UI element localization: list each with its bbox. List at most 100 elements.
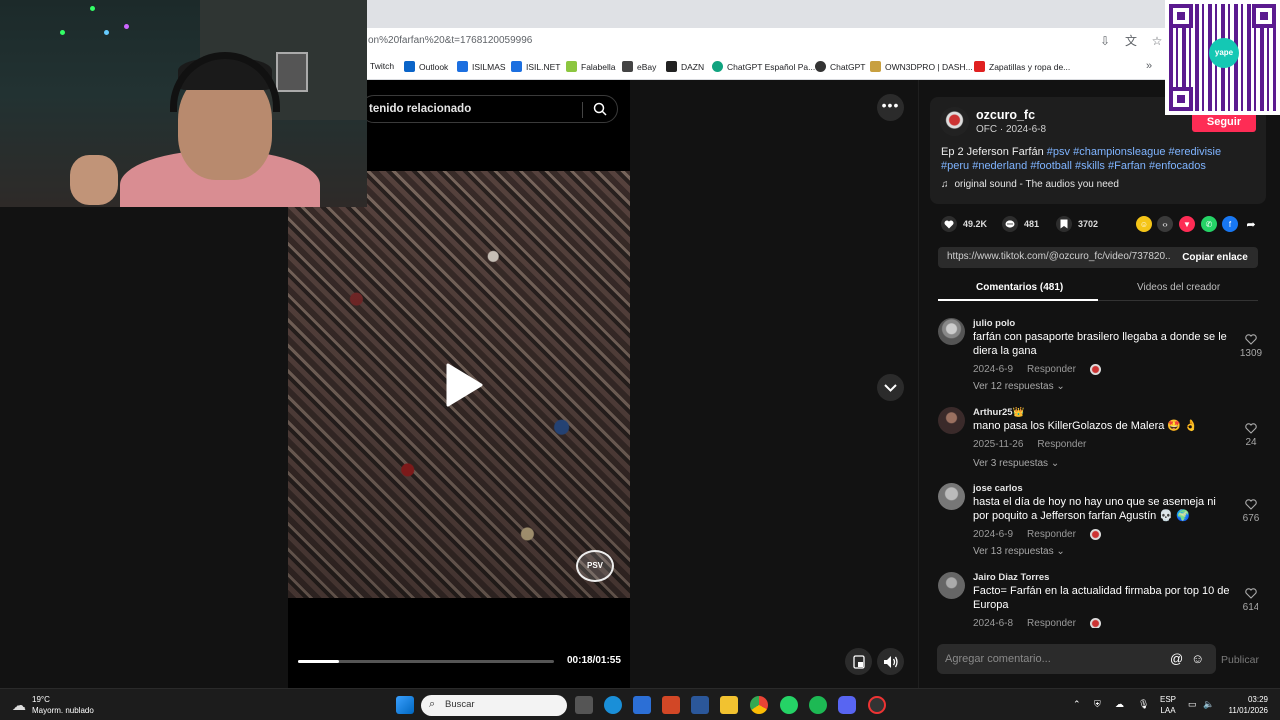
share-link-text[interactable]: https://www.tiktok.com/@ozcuro_fc/video/… (947, 251, 1171, 262)
onedrive-icon[interactable]: ☁ (1115, 699, 1124, 710)
hashtag[interactable]: #enfocados (1149, 160, 1206, 172)
search-icon[interactable] (593, 102, 607, 121)
tab-creator-videos[interactable]: Videos del creador (1137, 282, 1220, 293)
hashtag[interactable]: #championsleague (1073, 146, 1165, 158)
emoji-icon[interactable]: ☺ (1191, 651, 1204, 666)
powerpoint-icon[interactable] (662, 696, 680, 714)
hashtag[interactable]: #football (1030, 160, 1072, 172)
bookmark-twitch[interactable]: Twitch (370, 61, 394, 71)
commenter-avatar[interactable] (938, 572, 965, 599)
defender-icon[interactable]: ⛨ (1094, 699, 1101, 710)
network-icon[interactable]: ▭ (1188, 699, 1197, 710)
send-icon[interactable]: ▼ (1179, 216, 1195, 232)
sound-link[interactable]: ♫ original sound - The audios you need (941, 179, 1119, 190)
creator-username[interactable]: ozcuro_fc (976, 108, 1035, 122)
share-coin-icon[interactable]: ☺ (1136, 216, 1152, 232)
bookmark-dazn[interactable]: DAZN (666, 61, 704, 72)
microphone-icon[interactable]: 🎙 (1138, 699, 1149, 710)
whatsapp-icon[interactable] (780, 696, 798, 714)
hashtag[interactable]: #skills (1075, 160, 1105, 172)
system-clock[interactable]: 03:29 11/01/2026 (1226, 694, 1268, 716)
speaker-icon[interactable]: 🔈 (1203, 699, 1214, 710)
hashtag[interactable]: #Farfan (1108, 160, 1146, 172)
bookmark-isilmas[interactable]: ISILMAS (457, 61, 506, 72)
commenter-name[interactable]: Jairo Diaz Torres (973, 572, 1049, 583)
file-explorer-icon[interactable] (720, 696, 738, 714)
facebook-icon[interactable]: f (1222, 216, 1238, 232)
translate-icon[interactable]: 文 (1124, 34, 1138, 48)
search-text[interactable]: tenido relacionado (369, 103, 471, 115)
bookmark-outlook[interactable]: Outlook (404, 61, 448, 72)
spotify-icon[interactable] (809, 696, 827, 714)
language-indicator[interactable]: ESP LAA (1160, 694, 1176, 716)
reply-button[interactable]: Responder (1037, 439, 1086, 450)
play-icon[interactable] (444, 362, 484, 408)
bookmark-own3d[interactable]: OWN3DPRO | DASH... (870, 61, 973, 72)
copy-link-button[interactable]: Copiar enlace (1172, 247, 1258, 268)
discord-icon[interactable] (838, 696, 856, 714)
comment-like[interactable]: 614 (1236, 588, 1258, 613)
hashtag[interactable]: #peru (941, 160, 969, 172)
url-text[interactable]: on%20farfan%20&t=1768120059996 (368, 35, 532, 46)
reply-button[interactable]: Responder (1027, 364, 1076, 375)
miniplayer-button[interactable] (845, 648, 872, 675)
mention-icon[interactable]: @ (1170, 651, 1183, 666)
bookmark-ebay[interactable]: eBay (622, 61, 656, 72)
comment-item: Jairo Diaz Torres Facto= Farfán en la ac… (938, 572, 1258, 628)
view-replies-label: Ver 13 respuestas (973, 546, 1054, 557)
like-count: 49.2K (963, 219, 988, 229)
hashtag[interactable]: #psv (1047, 146, 1070, 158)
weather-widget[interactable]: ☁ 19°C Mayorm. nublado (12, 694, 94, 716)
bookmark-falabella[interactable]: Falabella (566, 61, 616, 72)
tab-comments[interactable]: Comentarios (481) (976, 282, 1063, 293)
view-replies-button[interactable]: Ver 12 respuestas ⌄ (973, 381, 1065, 392)
more-options-button[interactable]: ••• (877, 94, 904, 121)
app-icon[interactable] (868, 696, 886, 714)
follow-button[interactable]: Seguir (1192, 112, 1256, 132)
commenter-name[interactable]: julio polo (973, 318, 1015, 329)
tray-chevron-icon[interactable]: ⌃ (1073, 699, 1081, 710)
commenter-name[interactable]: Arthur25👑 (973, 407, 1024, 418)
install-app-icon[interactable]: ⇩ (1098, 34, 1112, 48)
windows-start-icon[interactable] (396, 696, 414, 714)
share-arrow-icon[interactable]: ➦ (1243, 216, 1259, 232)
volume-button[interactable] (877, 648, 904, 675)
video-progress-bar[interactable] (298, 660, 554, 663)
bookmark-zapatillas[interactable]: Zapatillas y ropa de... (974, 61, 1070, 72)
taskbar-search[interactable]: ⌕ Buscar (421, 695, 567, 716)
edge-icon[interactable] (604, 696, 622, 714)
reply-button[interactable]: Responder (1027, 529, 1076, 540)
reply-button[interactable]: Responder (1027, 618, 1076, 628)
comment-like[interactable]: 1309 (1236, 334, 1266, 359)
commenter-name[interactable]: jose carlos (973, 483, 1023, 494)
embed-icon[interactable]: ‹› (1157, 216, 1173, 232)
commenter-avatar[interactable] (938, 318, 965, 345)
more-bookmarks-icon[interactable]: » (1146, 60, 1152, 72)
task-view-icon[interactable] (575, 696, 593, 714)
comment-input[interactable]: Agregar comentario... @ ☺ (937, 644, 1216, 674)
star-icon[interactable]: ☆ (1150, 34, 1164, 48)
save-stat[interactable]: 3702 (1056, 216, 1098, 232)
bookmark-isilnet[interactable]: ISIL.NET (511, 61, 560, 72)
word-icon[interactable] (691, 696, 709, 714)
next-video-button[interactable] (877, 374, 904, 401)
chrome-icon[interactable] (750, 696, 768, 714)
whatsapp-icon[interactable]: ✆ (1201, 216, 1217, 232)
comment-like[interactable]: 24 (1236, 423, 1266, 448)
like-stat[interactable]: 49.2K (941, 216, 987, 232)
commenter-avatar[interactable] (938, 407, 965, 434)
store-icon[interactable] (633, 696, 651, 714)
comment-stat[interactable]: 481 (1002, 216, 1039, 232)
view-replies-button[interactable]: Ver 3 respuestas ⌄ (973, 458, 1059, 469)
hashtag[interactable]: #nederland (972, 160, 1027, 172)
bookmark-chatgpt-es[interactable]: ChatGPT Español Pa... (712, 61, 815, 72)
bookmark-chatgpt[interactable]: ChatGPT (815, 61, 865, 72)
creator-avatar[interactable] (940, 107, 969, 136)
comment-meta: 2025-11-26 Responder (973, 439, 1086, 450)
view-replies-button[interactable]: Ver 13 respuestas ⌄ (973, 546, 1065, 557)
publish-button[interactable]: Publicar (1221, 654, 1259, 666)
commenter-avatar[interactable] (938, 483, 965, 510)
search-bar[interactable]: tenido relacionado (360, 95, 618, 123)
comment-like[interactable]: 676 (1236, 499, 1266, 524)
hashtag[interactable]: #eredivisie (1169, 146, 1222, 158)
